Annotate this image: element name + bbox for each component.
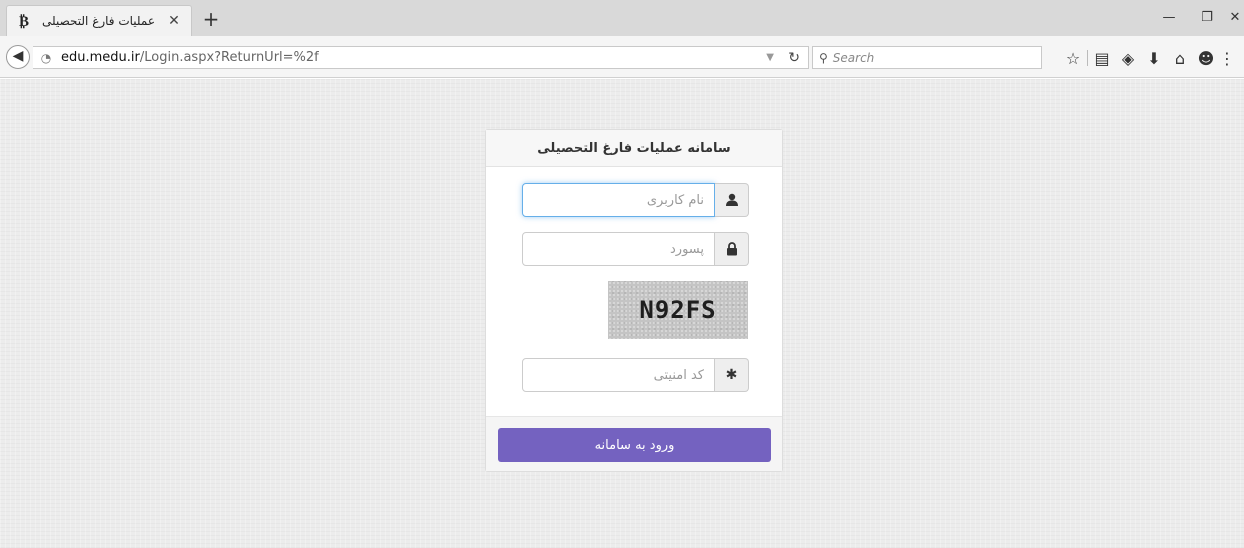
site-identity-icon[interactable]: ◔: [37, 51, 55, 65]
window-controls: — ❐ ✕: [1150, 0, 1244, 36]
home-icon[interactable]: ⌂: [1167, 49, 1193, 68]
tab-bar: ₿ عملیات فارغ التحصیلی ✕ + — ❐ ✕: [0, 0, 1244, 36]
url-path: /Login.aspx?ReturnUrl=%2f: [139, 50, 319, 65]
back-button[interactable]: ◀: [6, 45, 30, 69]
download-icon[interactable]: ⬇: [1141, 49, 1167, 68]
pocket-icon[interactable]: ◈: [1115, 49, 1141, 68]
username-field-group: [522, 183, 749, 217]
url-bar[interactable]: ◔ edu.medu.ir/Login.aspx?ReturnUrl=%2f ▼…: [33, 46, 809, 69]
search-bar[interactable]: ⚲ Search: [812, 46, 1042, 69]
url-text: edu.medu.ir/Login.aspx?ReturnUrl=%2f: [61, 50, 319, 65]
tab-close-icon[interactable]: ✕: [165, 13, 183, 29]
url-domain: edu.medu.ir: [61, 50, 140, 65]
menu-icon[interactable]: ⋮: [1219, 49, 1235, 68]
captcha-text: N92FS: [639, 296, 717, 324]
password-field-group: [522, 232, 749, 266]
new-tab-button[interactable]: +: [198, 6, 224, 32]
toolbar-separator: [1087, 50, 1088, 66]
page-background: سامانه عملیات فارغ التحصیلی N92FS: [0, 79, 1244, 548]
restore-icon[interactable]: ❐: [1188, 0, 1226, 36]
captcha-input[interactable]: [522, 358, 715, 392]
close-window-icon[interactable]: ✕: [1226, 0, 1244, 36]
search-placeholder: Search: [832, 50, 875, 65]
star-icon[interactable]: ☆: [1060, 49, 1086, 68]
reload-icon[interactable]: ↻: [788, 50, 800, 66]
library-icon[interactable]: ▤: [1089, 49, 1115, 68]
login-card: سامانه عملیات فارغ التحصیلی N92FS: [485, 129, 783, 472]
login-title: سامانه عملیات فارغ التحصیلی: [486, 130, 782, 167]
search-icon: ⚲: [819, 50, 828, 65]
username-input[interactable]: [522, 183, 715, 217]
user-icon: [715, 183, 749, 217]
password-input[interactable]: [522, 232, 715, 266]
lock-icon: [715, 232, 749, 266]
login-button[interactable]: ورود به سامانه: [498, 428, 771, 462]
navigation-bar: ◀ ◔ edu.medu.ir/Login.aspx?ReturnUrl=%2f…: [0, 36, 1244, 78]
toolbar-icons: ☆ ▤ ◈ ⬇ ⌂ ☻ ⋮: [1060, 47, 1235, 69]
login-card-footer: ورود به سامانه: [486, 416, 782, 471]
back-arrow-icon: ◀: [12, 48, 24, 64]
minimize-icon[interactable]: —: [1150, 0, 1188, 36]
captcha-image: N92FS: [608, 281, 748, 339]
emoji-icon[interactable]: ☻: [1193, 49, 1219, 68]
browser-tab[interactable]: ₿ عملیات فارغ التحصیلی ✕: [6, 5, 192, 36]
url-dropdown-icon[interactable]: ▼: [766, 52, 774, 63]
favicon-icon: ₿: [18, 11, 29, 30]
asterisk-icon: ✱: [715, 358, 749, 392]
tab-title: عملیات فارغ التحصیلی: [42, 14, 155, 28]
captcha-field-group: ✱: [522, 358, 749, 392]
